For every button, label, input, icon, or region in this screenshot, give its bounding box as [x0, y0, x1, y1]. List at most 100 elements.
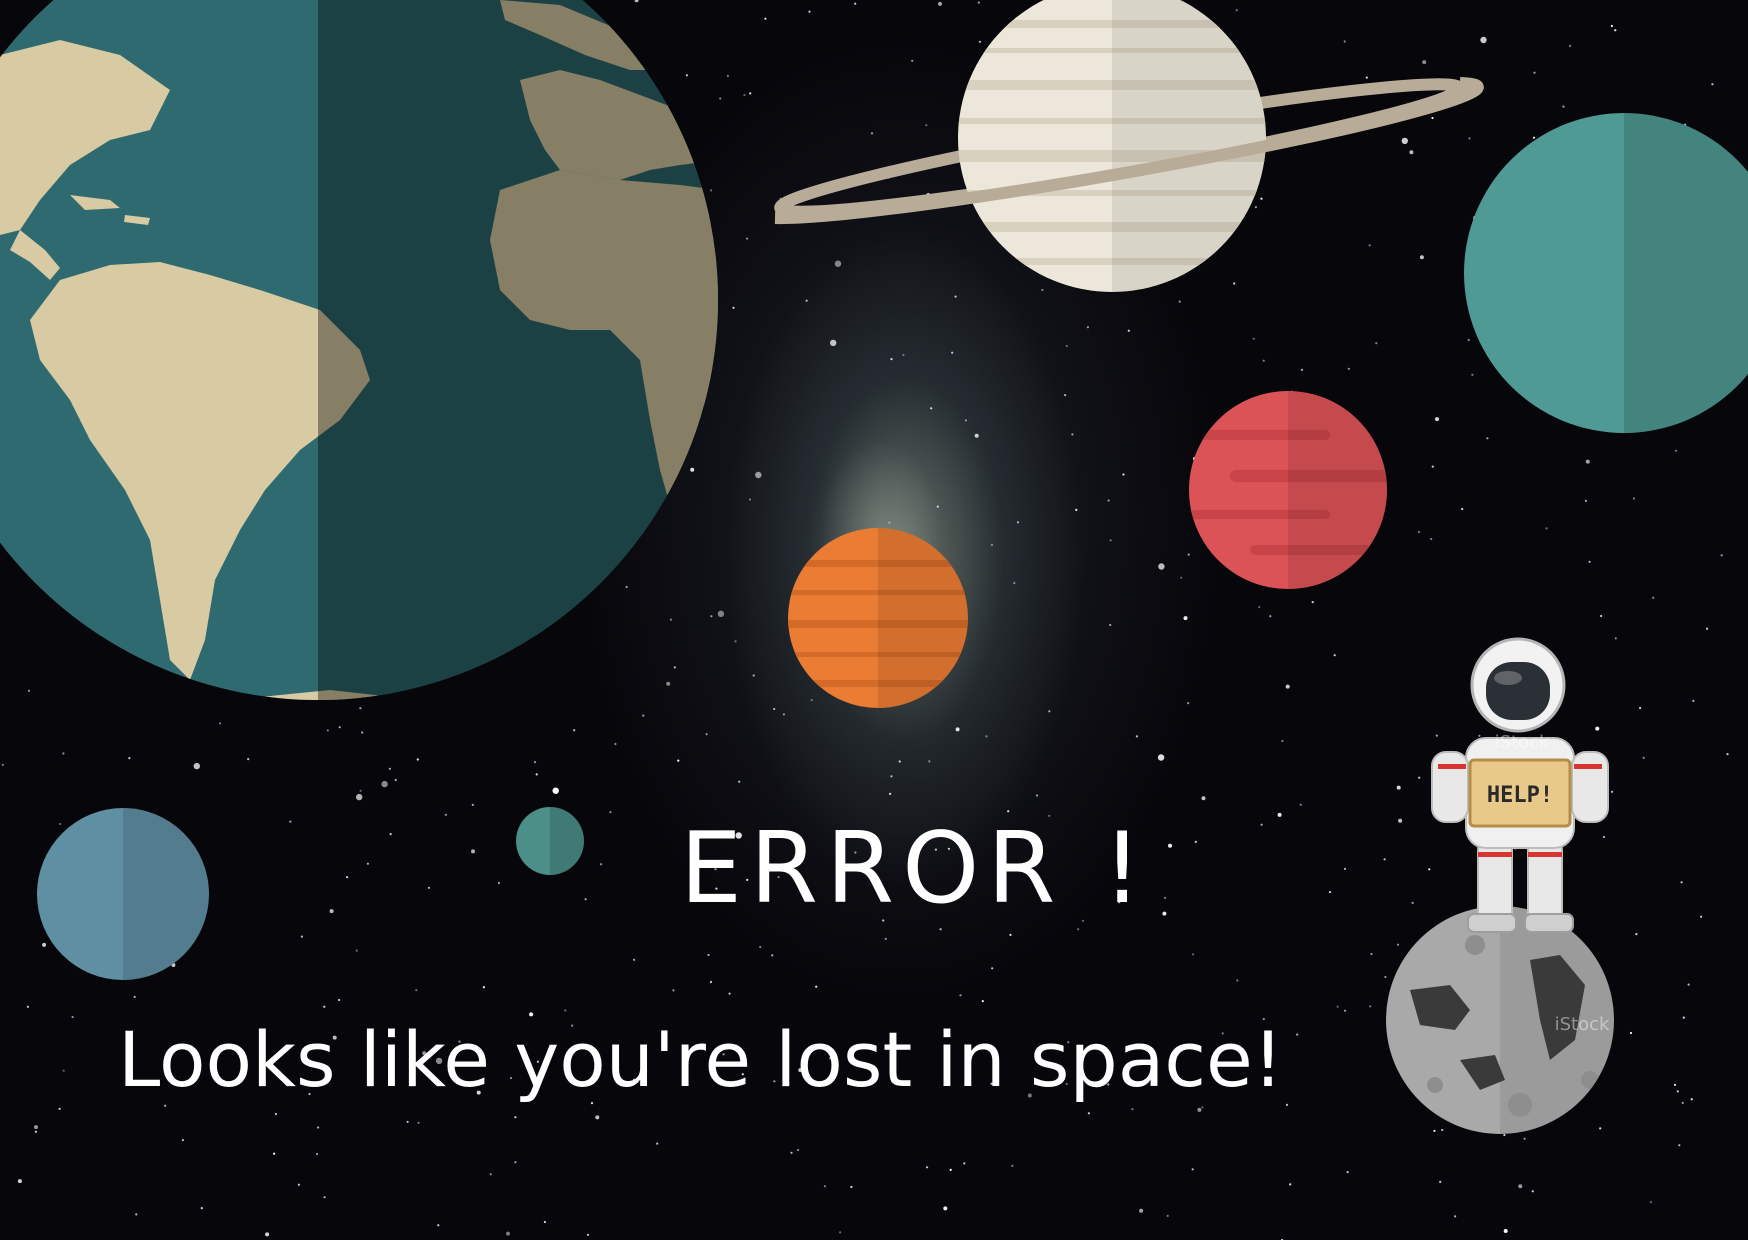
star: [954, 295, 957, 298]
star: [955, 727, 960, 732]
star: [274, 1112, 277, 1116]
star: [1562, 105, 1565, 108]
star: [514, 1161, 517, 1164]
star: [1503, 1229, 1508, 1233]
star: [1480, 36, 1487, 44]
star: [346, 876, 349, 879]
star: [356, 793, 363, 801]
star: [573, 729, 576, 732]
star: [1252, 337, 1255, 340]
star: [1328, 891, 1332, 894]
star: [1441, 1128, 1444, 1132]
star: [854, 2, 857, 5]
star: [416, 758, 419, 761]
star: [326, 729, 329, 732]
star: [1375, 342, 1378, 345]
saturn-planet: [774, 0, 1484, 292]
star: [1258, 606, 1261, 609]
star: [1431, 465, 1434, 468]
star: [1478, 734, 1481, 737]
star: [1642, 756, 1645, 760]
star: [58, 1107, 61, 1110]
star: [1281, 739, 1284, 743]
star: [1285, 684, 1290, 689]
star: [1629, 1031, 1633, 1035]
star: [247, 758, 250, 761]
star: [978, 40, 982, 43]
star: [710, 615, 713, 618]
star: [1260, 197, 1263, 200]
star: [1086, 326, 1089, 329]
star: [1726, 753, 1729, 756]
star: [1343, 867, 1347, 871]
star: [1486, 437, 1489, 440]
star: [394, 778, 397, 782]
star: [1311, 601, 1314, 604]
star: [1439, 1180, 1442, 1183]
star: [926, 1166, 929, 1169]
star: [719, 97, 722, 100]
star: [1532, 136, 1536, 139]
star: [1676, 1090, 1679, 1093]
star: [773, 707, 776, 711]
error-headline: ERROR !: [680, 812, 1150, 926]
star: [1075, 508, 1078, 511]
star: [1411, 901, 1414, 905]
star: [273, 1152, 276, 1155]
star: [752, 674, 755, 677]
star: [1700, 915, 1703, 918]
star: [26, 1005, 29, 1008]
star: [1711, 83, 1714, 86]
star: [1409, 150, 1414, 155]
star: [1433, 1129, 1436, 1132]
help-sign-text: HELP!: [1487, 783, 1553, 808]
star: [444, 813, 447, 816]
star: [361, 731, 364, 734]
star: [870, 132, 874, 135]
star: [1417, 530, 1420, 534]
star: [506, 1231, 510, 1236]
star: [717, 610, 725, 617]
star: [1545, 527, 1548, 530]
star: [1300, 368, 1304, 371]
star: [1166, 1214, 1169, 1217]
star: [219, 722, 222, 725]
star: [300, 935, 303, 938]
star: [359, 707, 362, 710]
star: [1262, 359, 1265, 362]
star: [1197, 1107, 1202, 1112]
star: [1401, 137, 1409, 145]
star: [1635, 933, 1638, 936]
star: [949, 1168, 952, 1171]
star: [600, 863, 603, 866]
star: [823, 1185, 827, 1188]
star: [1157, 754, 1165, 761]
star: [815, 985, 818, 988]
star: [62, 1069, 65, 1072]
star: [315, 1153, 319, 1156]
star: [911, 59, 914, 62]
star: [564, 1009, 567, 1012]
star: [1585, 459, 1590, 464]
star: [1418, 776, 1421, 779]
star: [888, 521, 891, 524]
star: [17, 1179, 22, 1184]
star: [355, 949, 358, 952]
star: [297, 1183, 300, 1186]
star: [709, 980, 713, 984]
star: [1191, 1168, 1194, 1171]
star: [535, 773, 538, 776]
star: [164, 1104, 167, 1107]
star: [743, 93, 746, 97]
star: [552, 787, 559, 794]
star: [850, 1185, 853, 1189]
star: [633, 958, 636, 961]
star: [1336, 1005, 1339, 1008]
star: [1503, 1133, 1506, 1137]
star: [71, 1015, 74, 1019]
star: [1369, 1005, 1372, 1008]
star: [1428, 868, 1431, 871]
star: [329, 909, 334, 914]
star: [764, 17, 767, 20]
star: [27, 689, 31, 692]
